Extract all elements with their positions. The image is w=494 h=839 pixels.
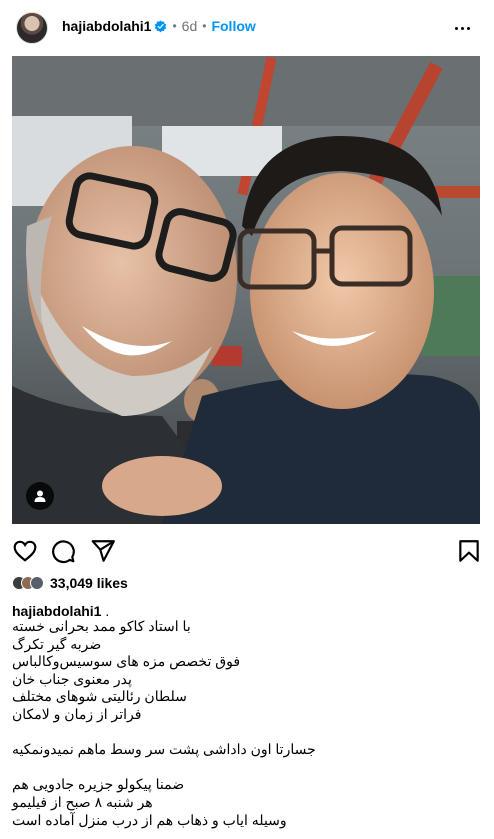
heart-icon[interactable] bbox=[12, 538, 38, 564]
liker-avatar bbox=[30, 576, 44, 590]
post-header: hajiabdolahi1 • 6d • Follow bbox=[0, 0, 494, 54]
send-icon[interactable] bbox=[90, 538, 116, 564]
caption-line: ضمنا پیکولو جزیره جادویی هم bbox=[12, 776, 185, 793]
username-link[interactable]: hajiabdolahi1 bbox=[62, 18, 151, 34]
separator-dot: • bbox=[202, 19, 207, 33]
comment-icon[interactable] bbox=[50, 538, 76, 564]
more-options-icon[interactable] bbox=[450, 16, 474, 40]
caption-suffix: . bbox=[105, 603, 110, 619]
verified-badge-icon bbox=[155, 19, 167, 32]
caption-username[interactable]: hajiabdolahi1 bbox=[12, 603, 101, 619]
user-tag-icon[interactable] bbox=[26, 482, 54, 510]
follow-button[interactable]: Follow bbox=[211, 18, 255, 34]
post-age[interactable]: 6d bbox=[182, 18, 198, 34]
caption-line: فراتر از زمان و لامکان bbox=[12, 705, 142, 722]
caption-line: با استاد کاکو ممد بحرانی خسته bbox=[12, 618, 191, 634]
post-image[interactable] bbox=[12, 56, 480, 524]
header-meta: hajiabdolahi1 • 6d • Follow bbox=[62, 18, 256, 34]
liker-avatars bbox=[12, 576, 46, 590]
caption-line: هر شنبه ۸ صبح از فیلیمو bbox=[12, 793, 153, 810]
caption-line: پدر معنوی جناب خان bbox=[12, 670, 132, 687]
action-bar bbox=[0, 530, 494, 570]
bookmark-icon[interactable] bbox=[456, 538, 482, 564]
caption-line bbox=[12, 724, 482, 742]
caption-line: سلطان رئالیتی شوهای مختلف bbox=[12, 688, 187, 705]
separator-dot: • bbox=[172, 19, 177, 33]
caption-line: جسارتا اون داداشی پشت سر وسط ماهم نمیدون… bbox=[12, 741, 316, 758]
profile-avatar[interactable] bbox=[16, 12, 48, 44]
caption-line bbox=[12, 759, 482, 777]
photo-illustration bbox=[12, 56, 480, 524]
caption-line: وسیله ایاب و ذهاب هم از درب منزل آماده ا… bbox=[12, 811, 287, 828]
likes-count[interactable]: 33,049 likes bbox=[50, 575, 128, 591]
caption-line: فوق تخصص مزه های سوسیس‌وکالباس bbox=[12, 653, 241, 670]
caption-text: با استاد کاکو ممد بحرانی خسته ضربه گیر تک… bbox=[12, 618, 482, 829]
likes-row[interactable]: 33,049 likes bbox=[12, 574, 128, 592]
caption-header: hajiabdolahi1 . bbox=[12, 603, 109, 619]
caption-line: ضربه گیر تکرگ bbox=[12, 635, 102, 652]
